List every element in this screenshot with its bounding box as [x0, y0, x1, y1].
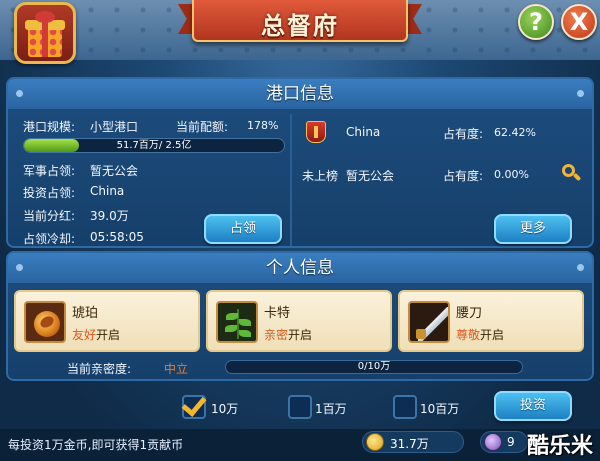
npc-tier: 友好: [72, 328, 97, 342]
npc-tier: 亲密: [264, 328, 289, 342]
coin-value: 31.7万: [390, 437, 429, 451]
invest-button[interactable]: 投资: [494, 391, 572, 421]
personal-info-header: 个人信息: [8, 253, 592, 283]
investment-progress-bar: 51.7百万/ 2.5亿: [23, 138, 285, 153]
dividend-label: 当前分红:: [23, 209, 76, 223]
investment-label: 投资占领:: [23, 186, 76, 200]
npc-status: 尊敬开启: [456, 326, 504, 343]
npc-name: 琥珀: [72, 306, 99, 321]
military-value: 暂无公会: [90, 164, 139, 178]
footer-note: 每投资1万金币,即可获得1贡献币: [8, 438, 184, 452]
npc-name: 卡特: [264, 306, 291, 321]
quota-label: 当前配额:: [176, 120, 229, 134]
intimacy-label: 当前亲密度:: [67, 362, 132, 376]
red-flag-rank-1-icon: [306, 121, 326, 143]
npc-status: 亲密开启: [264, 326, 312, 343]
npc-status-text: 开启: [96, 328, 121, 342]
coin-icon: [366, 433, 384, 451]
rank-2-rank-text: 未上榜: [302, 169, 339, 183]
more-button[interactable]: 更多: [494, 214, 572, 244]
port-info-title: 港口信息: [266, 84, 334, 104]
cooldown-value: 05:58:05: [90, 230, 144, 244]
plant-icon: [216, 301, 258, 343]
watermark-logo: 酷乐米: [527, 434, 594, 459]
rank-2-name: 暂无公会: [346, 169, 395, 183]
npc-card-kate[interactable]: 卡特 亲密开启: [206, 290, 392, 352]
port-size-label: 港口规模:: [23, 120, 76, 134]
rank-1-name: China: [346, 125, 381, 139]
invest-option-100k-label: 10万: [211, 402, 239, 416]
rank-1-share-value: 62.42%: [494, 126, 536, 139]
intimacy-progress-text: 0/10万: [357, 361, 391, 372]
military-label: 军事占领:: [23, 164, 76, 178]
npc-tier: 尊敬: [456, 328, 481, 342]
cooldown-label: 占领冷却:: [23, 232, 76, 246]
npc-card-amber[interactable]: 琥珀 友好开启: [14, 290, 200, 352]
amber-icon: [24, 301, 66, 343]
dividend-value: 39.0万: [90, 209, 129, 223]
npc-status-text: 开启: [288, 328, 313, 342]
gift-box-button[interactable]: [14, 2, 76, 64]
invest-option-10m-label: 10百万: [420, 402, 460, 416]
intimacy-level: 中立: [164, 362, 189, 376]
rank-1-share-label: 占有度:: [443, 127, 484, 141]
invest-option-1m-checkbox[interactable]: [288, 395, 312, 419]
sword-icon: [408, 301, 450, 343]
intimacy-progress-bar: 0/10万: [225, 360, 523, 374]
personal-info-title: 个人信息: [266, 258, 334, 278]
rank-2-share-label: 占有度:: [443, 169, 484, 183]
investment-value: China: [90, 184, 125, 198]
quota-value: 178%: [247, 119, 279, 132]
rank-2-share-value: 0.00%: [494, 168, 529, 181]
search-icon[interactable]: [561, 163, 582, 183]
investment-progress-text: 51.7百万/ 2.5亿: [116, 140, 192, 151]
npc-card-sabre[interactable]: 腰刀 尊敬开启: [398, 290, 584, 352]
occupy-button[interactable]: 占领: [204, 214, 282, 244]
invest-option-10m-checkbox[interactable]: [393, 395, 417, 419]
page-title: 总督府: [261, 12, 339, 40]
close-button[interactable]: X: [561, 4, 597, 40]
invest-option-1m-label: 1百万: [315, 402, 347, 416]
check-icon: [181, 391, 207, 417]
npc-status: 友好开启: [72, 326, 120, 343]
port-size-value: 小型港口: [90, 120, 139, 134]
gem-value: 9: [507, 435, 515, 449]
gem-icon: [484, 433, 502, 451]
npc-status-text: 开启: [480, 328, 505, 342]
help-button[interactable]: ?: [518, 4, 554, 40]
port-info-divider: [290, 114, 292, 246]
port-info-header: 港口信息: [8, 79, 592, 109]
npc-name: 腰刀: [456, 306, 483, 321]
invest-option-100k-checkbox[interactable]: [181, 391, 207, 419]
